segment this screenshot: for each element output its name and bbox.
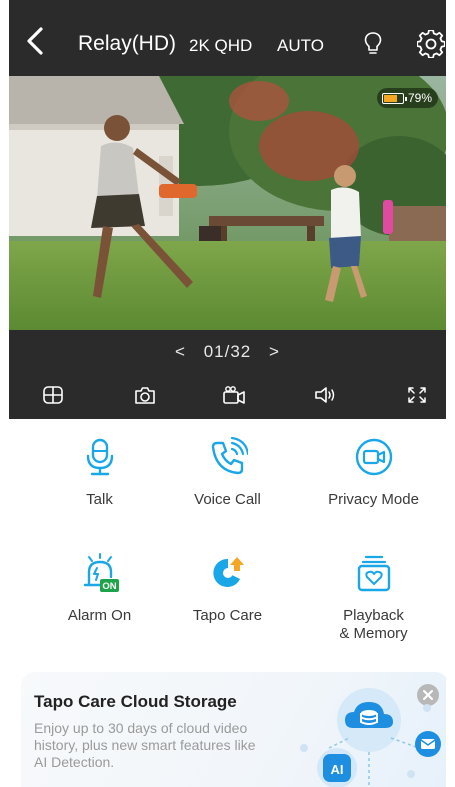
clip-pager: < 01/32 > [9,342,446,362]
snapshot-camera-icon[interactable] [133,384,157,406]
feature-tapo-care[interactable]: Tapo Care [155,553,300,625]
feature-grid: Talk Voice Call Privacy Mode ON Alarm On… [9,419,446,669]
battery-indicator: 79% [376,88,438,108]
alarm-icon: ON [83,553,119,592]
alarm-on-badge: ON [102,581,116,592]
tapo-care-icon [212,557,244,587]
video-controls-bar: < 01/32 > [9,330,446,419]
feature-talk[interactable]: Talk [27,437,172,509]
fullscreen-icon[interactable] [405,384,429,406]
live-video-view[interactable]: 79% [9,76,446,330]
feature-alarm[interactable]: ON Alarm On [27,553,172,625]
resolution-selector[interactable]: 2K QHD [189,36,252,56]
night-mode-selector[interactable]: AUTO [277,36,324,56]
lightbulb-icon[interactable] [361,30,385,58]
playback-memory-icon [357,555,390,592]
feature-playback-memory[interactable]: Playback & Memory [301,553,446,643]
battery-percentage: 79% [407,91,432,105]
multi-view-grid-icon[interactable] [41,384,65,406]
record-video-icon[interactable] [222,384,246,406]
right-frame [446,0,455,787]
back-arrow-icon[interactable] [23,26,49,56]
speaker-volume-icon[interactable] [313,384,337,406]
feature-privacy-mode[interactable]: Privacy Mode [301,437,446,509]
ai-badge-label: AI [331,762,344,777]
cloud-storage-promo-card[interactable]: Tapo Care Cloud Storage Enjoy up to 30 d… [21,672,449,787]
feature-label: Tapo Care [192,607,263,624]
left-frame [0,0,9,787]
camera-scene-image [9,76,446,330]
feature-voice-call[interactable]: Voice Call [155,437,300,509]
feature-label: Playback & Memory [339,607,408,642]
promo-title: Tapo Care Cloud Storage [34,692,237,711]
feature-label: Alarm On [67,607,132,624]
feature-label: Talk [86,491,113,508]
clip-position: 01/32 [203,342,252,361]
feature-label: Privacy Mode [328,491,419,508]
feature-label: Voice Call [194,491,261,508]
privacy-camera-icon [355,438,392,476]
promo-description: Enjoy up to 30 days of cloud video histo… [34,720,256,770]
microphone-icon [86,438,113,476]
phone-call-icon [211,437,248,475]
battery-icon [381,92,407,104]
camera-name: Relay(HD) [78,32,177,55]
next-clip-button[interactable]: > [269,342,280,362]
cloud-ai-illustration: AI [300,688,441,787]
previous-clip-button[interactable]: < [175,342,186,362]
top-bar: Relay(HD) 2K QHD AUTO [9,0,446,76]
settings-gear-icon[interactable] [417,30,445,58]
